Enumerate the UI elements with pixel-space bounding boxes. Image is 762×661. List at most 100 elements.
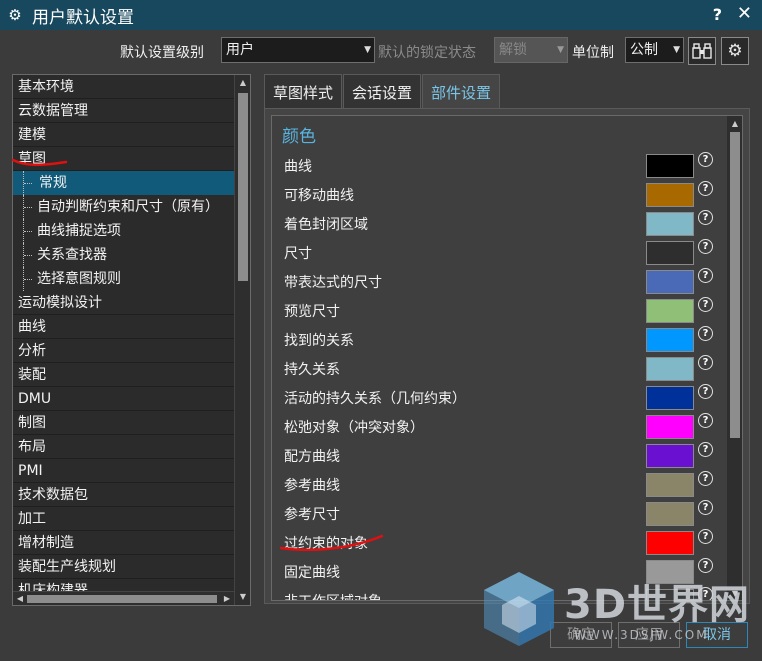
help-icon[interactable]: ? <box>698 500 713 515</box>
tree-item-label: 装配 <box>18 367 46 383</box>
color-swatch-button[interactable] <box>646 270 694 294</box>
help-icon[interactable]: ? <box>698 558 713 573</box>
color-swatch-button[interactable] <box>646 415 694 439</box>
tree-item[interactable]: 制图 <box>13 411 234 435</box>
tree-item[interactable]: 装配生产线规划 <box>13 555 234 579</box>
unit-system-select[interactable]: 公制 ▼ <box>625 37 684 63</box>
color-setting-row: 参考尺寸? <box>284 500 713 526</box>
tree-item[interactable]: 加工 <box>13 507 234 531</box>
tree-item[interactable]: 曲线 <box>13 315 234 339</box>
help-icon[interactable]: ? <box>698 326 713 341</box>
scroll-up-icon[interactable]: ▲ <box>727 116 742 132</box>
find-button[interactable] <box>688 37 716 65</box>
tab-session-settings[interactable]: 会话设置 <box>343 74 422 110</box>
lock-state-value: 解锁 <box>499 42 527 58</box>
scroll-up-icon[interactable]: ▲ <box>235 75 250 91</box>
help-button[interactable]: ? <box>713 5 722 24</box>
color-swatch-button[interactable] <box>646 386 694 410</box>
help-icon[interactable]: ? <box>698 297 713 312</box>
tree-item[interactable]: 增材制造 <box>13 531 234 555</box>
tree-vertical-scrollbar[interactable]: ▲ ▼ <box>234 75 250 605</box>
default-level-label: 默认设置级别 <box>120 45 204 61</box>
tree-item-label: PMI <box>18 463 43 479</box>
scroll-right-icon[interactable]: ▶ <box>220 592 234 605</box>
tree-item[interactable]: DMU <box>13 387 234 411</box>
help-icon[interactable]: ? <box>698 210 713 225</box>
scroll-thumb[interactable] <box>27 595 217 603</box>
color-swatch-button[interactable] <box>646 328 694 352</box>
color-swatch-button[interactable] <box>646 473 694 497</box>
chevron-down-icon: ▼ <box>673 45 680 55</box>
tree-item[interactable]: 运动模拟设计 <box>13 291 234 315</box>
color-setting-label: 曲线 <box>284 159 312 175</box>
color-setting-label: 参考尺寸 <box>284 507 340 523</box>
lock-state-select: 解锁 ▼ <box>494 37 568 63</box>
color-swatch-button[interactable] <box>646 183 694 207</box>
tree-item[interactable]: 基本环境 <box>13 75 234 99</box>
tree-item[interactable]: 技术数据包 <box>13 483 234 507</box>
tree-item[interactable]: 布局 <box>13 435 234 459</box>
help-icon[interactable]: ? <box>698 355 713 370</box>
help-icon[interactable]: ? <box>698 181 713 196</box>
color-swatch-button[interactable] <box>646 589 694 600</box>
color-setting-label: 活动的持久关系（几何约束） <box>284 391 466 407</box>
help-icon[interactable]: ? <box>698 413 713 428</box>
tree-item[interactable]: 云数据管理 <box>13 99 234 123</box>
help-icon[interactable]: ? <box>698 587 713 600</box>
tree-item[interactable]: 建模 <box>13 123 234 147</box>
color-setting-label: 找到的关系 <box>284 333 354 349</box>
chevron-down-icon: ▼ <box>364 45 371 55</box>
help-icon[interactable]: ? <box>698 152 713 167</box>
close-button[interactable]: ✕ <box>737 3 752 24</box>
color-setting-label: 固定曲线 <box>284 565 340 581</box>
help-icon[interactable]: ? <box>698 239 713 254</box>
color-swatch-button[interactable] <box>646 299 694 323</box>
tab-sketch-style[interactable]: 草图样式 <box>264 74 343 110</box>
chevron-down-icon: ▼ <box>557 45 564 55</box>
settings-button[interactable]: ⚙ <box>721 37 749 65</box>
color-swatch-button[interactable] <box>646 241 694 265</box>
help-icon[interactable]: ? <box>698 268 713 283</box>
color-swatch-button[interactable] <box>646 502 694 526</box>
scroll-thumb[interactable] <box>730 132 740 438</box>
color-swatch-button[interactable] <box>646 212 694 236</box>
scroll-thumb[interactable] <box>238 93 248 281</box>
help-icon[interactable]: ? <box>698 442 713 457</box>
tree-item[interactable]: 装配 <box>13 363 234 387</box>
tree-horizontal-scrollbar[interactable]: ◀ ▶ <box>13 591 234 605</box>
tree-subitem[interactable]: 关系查找器 <box>13 243 234 267</box>
tree-item[interactable]: 草图 <box>13 147 234 171</box>
help-icon[interactable]: ? <box>698 471 713 486</box>
color-swatch-button[interactable] <box>646 531 694 555</box>
ok-button[interactable]: 确定 <box>550 622 612 648</box>
tab-part-settings[interactable]: 部件设置 <box>422 74 501 110</box>
apply-button[interactable]: 应用 <box>618 622 680 648</box>
color-swatch-button[interactable] <box>646 154 694 178</box>
color-setting-row: 找到的关系? <box>284 326 713 352</box>
color-setting-row: 活动的持久关系（几何约束）? <box>284 384 713 410</box>
color-setting-row: 曲线? <box>284 152 713 178</box>
help-icon[interactable]: ? <box>698 529 713 544</box>
tab-bar: 草图样式 会话设置 部件设置 <box>264 74 501 110</box>
panel-vertical-scrollbar[interactable]: ▲ ▼ <box>727 116 742 600</box>
tree-subitem[interactable]: 自动判断约束和尺寸（原有） <box>13 195 234 219</box>
tree-item-label: 布局 <box>18 439 46 455</box>
cancel-button[interactable]: 取消 <box>686 622 748 648</box>
scroll-down-icon[interactable]: ▼ <box>727 586 742 600</box>
color-swatch-button[interactable] <box>646 357 694 381</box>
scroll-down-icon[interactable]: ▼ <box>235 589 250 605</box>
help-icon[interactable]: ? <box>698 384 713 399</box>
color-swatch-button[interactable] <box>646 444 694 468</box>
tree-subitem[interactable]: 选择意图规则 <box>13 267 234 291</box>
tree-subitem[interactable]: 常规 <box>13 171 234 195</box>
gear-icon: ⚙ <box>727 41 743 61</box>
tree-item[interactable]: 分析 <box>13 339 234 363</box>
tree-item-label: 制图 <box>18 415 46 431</box>
tree-subitem[interactable]: 曲线捕捉选项 <box>13 219 234 243</box>
tree-item-label: 加工 <box>18 511 46 527</box>
color-setting-row: 非工作区域对象? <box>284 587 713 600</box>
color-swatch-button[interactable] <box>646 560 694 584</box>
tree-item[interactable]: PMI <box>13 459 234 483</box>
default-level-select[interactable]: 用户 ▼ <box>221 37 375 63</box>
scroll-left-icon[interactable]: ◀ <box>13 592 27 605</box>
